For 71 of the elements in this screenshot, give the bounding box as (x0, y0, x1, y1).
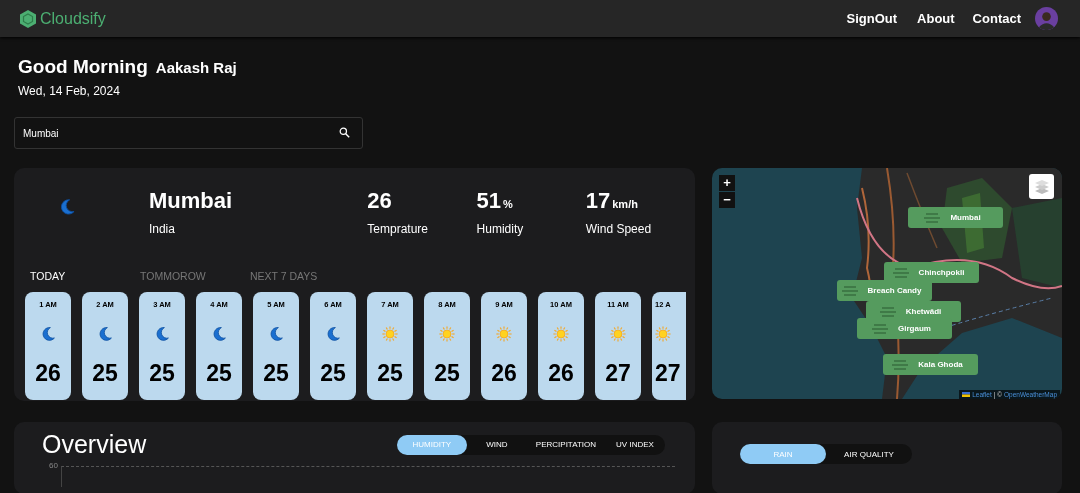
map-marker[interactable]: Breach Candy (837, 280, 932, 301)
map-marker[interactable]: Kala Ghoda (883, 354, 978, 375)
stat-label: Humidity (476, 222, 525, 236)
stat-label: Wind Speed (585, 222, 653, 236)
nav-link[interactable]: About (917, 11, 955, 26)
hour-temperature: 25 (206, 360, 232, 387)
mist-icon (892, 359, 909, 370)
mist-icon (879, 306, 896, 317)
hour-temperature: 25 (263, 360, 289, 387)
stat-unit: % (503, 198, 513, 210)
greeting-title: Good Morning (18, 56, 148, 78)
axis-tick-label: 60 (48, 461, 58, 470)
stat-value: 51 (476, 188, 502, 214)
avatar[interactable] (1035, 7, 1058, 30)
mist-icon (841, 285, 858, 296)
hour-temperature: 27 (655, 360, 681, 387)
moon-icon (325, 326, 341, 342)
search-icon[interactable] (339, 127, 350, 138)
moon-icon (40, 326, 56, 342)
moon-icon (58, 198, 76, 216)
hour-temperature: 26 (35, 360, 61, 387)
hexagon-logo-icon (18, 8, 38, 29)
sun-icon (610, 326, 626, 342)
nav-link[interactable]: SignOut (846, 11, 898, 26)
mist-icon (872, 323, 889, 334)
hour-temperature: 25 (320, 360, 346, 387)
stat-value: 17 (585, 188, 611, 214)
mist-icon (924, 212, 941, 223)
search-field[interactable]: Mumbai (14, 117, 363, 149)
metric-tab[interactable]: PERCIPITATION (526, 434, 605, 455)
logo-text[interactable]: Cloudsify (40, 9, 106, 28)
moon-icon (211, 326, 227, 342)
hour-temperature: 27 (605, 360, 631, 387)
date-text: Wed, 14 Feb, 2024 (18, 84, 121, 98)
sun-icon (382, 326, 398, 342)
layers-button[interactable] (1029, 174, 1054, 199)
metric-tab[interactable]: WIND (466, 434, 527, 455)
nav-link[interactable]: Contact (972, 11, 1021, 26)
map-marker[interactable]: Chinchpokli (884, 262, 979, 283)
moon-icon (97, 326, 113, 342)
day-tab[interactable]: TODAY (30, 270, 140, 282)
zoom-in-button[interactable]: + (719, 175, 735, 191)
stat-unit: km/h (612, 198, 638, 210)
hour-temperature: 25 (377, 360, 403, 387)
sun-icon (439, 326, 455, 342)
hour-temperature: 25 (92, 360, 118, 387)
hour-temperature: 26 (491, 360, 517, 387)
day-tab[interactable]: NEXT 7 DAYS (250, 270, 360, 282)
city-name: Mumbai (148, 188, 233, 214)
stat-value: 26 (367, 188, 392, 214)
moon-icon (268, 326, 284, 342)
moon-icon (154, 326, 170, 342)
map-marker[interactable]: Girgaum (857, 318, 952, 339)
hour-temperature: 25 (149, 360, 175, 387)
sun-icon (553, 326, 569, 342)
map-marker[interactable]: Mumbai (908, 207, 1003, 228)
zoom-out-button[interactable]: − (719, 192, 735, 208)
flag-icon (962, 392, 971, 397)
metric-tab[interactable]: UV INDEX (605, 434, 665, 455)
layers-icon (1033, 178, 1050, 195)
stat-label: Temprature (367, 222, 430, 236)
user-name: Aakash Raj (155, 59, 237, 76)
hour-temperature: 26 (548, 360, 574, 387)
mist-icon (892, 267, 909, 278)
day-tab[interactable]: TOMMOROW (140, 270, 250, 282)
country-name: India (148, 222, 176, 236)
overview-title: Overview (42, 430, 147, 459)
sun-icon (655, 326, 671, 342)
forecast-tab[interactable]: AIR QUALITY (826, 444, 912, 464)
hour-temperature: 25 (434, 360, 460, 387)
sun-icon (496, 326, 512, 342)
